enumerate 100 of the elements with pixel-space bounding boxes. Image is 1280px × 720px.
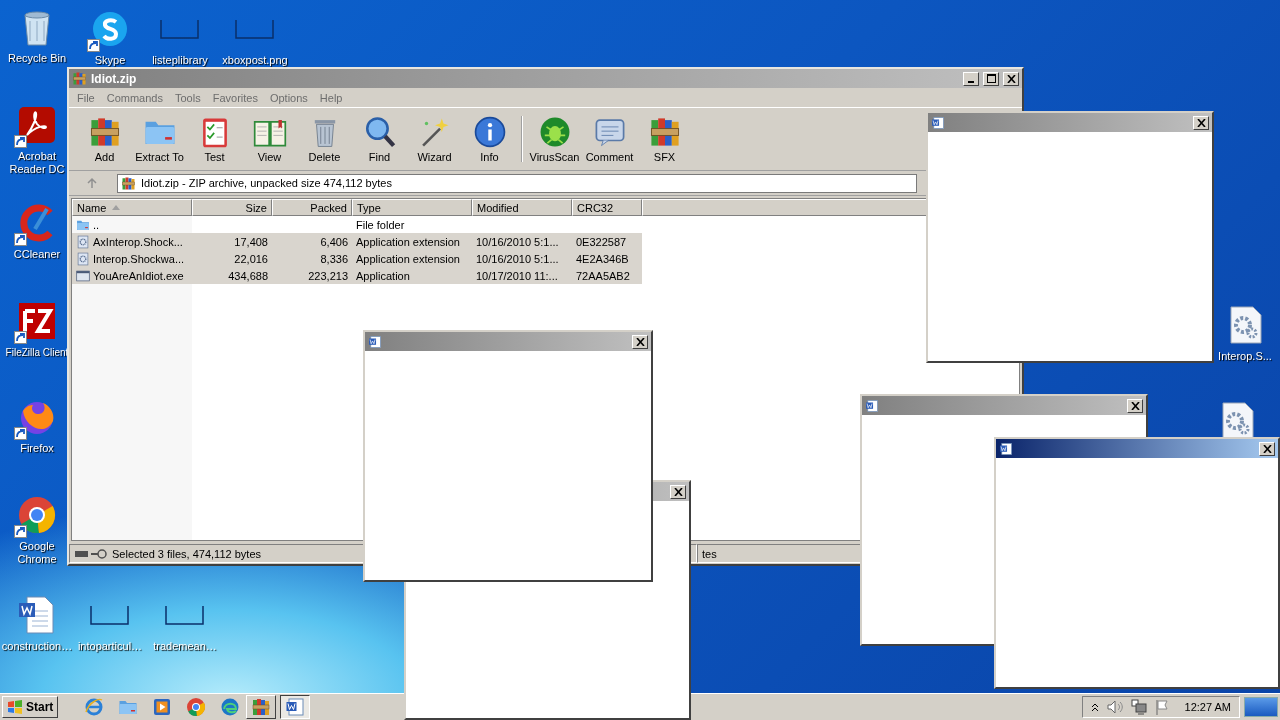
chevron-up-icon[interactable] (1090, 702, 1099, 712)
file-row[interactable]: Interop.Shockwa... 22,016 8,336 Application extension 10/16/2010 5:1... 4E2A346B (72, 250, 642, 267)
blank-thumbnail-icon (235, 19, 275, 39)
drive-key-icon (74, 547, 108, 560)
table-cell: .. (93, 218, 100, 231)
wave-logo-icon (220, 697, 241, 717)
desktop-icon[interactable] (16, 300, 58, 342)
menu-item[interactable]: Commands (100, 91, 169, 104)
toolbar-button[interactable]: Find (352, 113, 407, 165)
maximize-icon (986, 74, 996, 83)
close-button[interactable] (1259, 441, 1275, 456)
toolbar-button[interactable]: Test (187, 113, 242, 165)
word-document-icon (17, 595, 57, 635)
blank-thumbnail-icon (90, 605, 130, 625)
menu-item[interactable]: Options (263, 91, 314, 104)
menu-item[interactable]: Favorites (206, 91, 264, 104)
icon-label: Skype (94, 54, 126, 67)
table-cell: 223,213 (308, 269, 348, 282)
table-cell: Application extension (356, 235, 460, 248)
file-row[interactable]: AxInterop.Shock... 17,408 6,406 Application extension 10/16/2010 5:1... 0E322587 (72, 233, 642, 250)
column-header[interactable]: Type (352, 199, 472, 216)
word-document-icon (931, 115, 945, 130)
close-icon (635, 337, 645, 346)
table-cell: 17,408 (234, 235, 268, 248)
close-button[interactable] (1003, 71, 1019, 86)
toolbar-button[interactable]: Info (462, 113, 517, 165)
icon-label: Interop.S... (1218, 350, 1272, 363)
windows-flag-icon (7, 700, 23, 714)
blank-thumbnail-icon (160, 19, 200, 39)
icon-label: FileZilla Client (5, 346, 69, 359)
word-document-icon (999, 441, 1013, 456)
icon-label: Acrobat Reader DC (8, 150, 66, 176)
column-header[interactable]: CRC32 (572, 199, 642, 216)
clock[interactable]: 12:27 AM (1184, 701, 1231, 713)
column-header[interactable]: Modified (472, 199, 572, 216)
table-cell: Application (356, 269, 410, 282)
close-icon (1130, 401, 1140, 410)
path-text: Idiot.zip - ZIP archive, unpacked size 474,112 bytes (141, 177, 392, 189)
close-icon (673, 487, 683, 496)
show-desktop-button[interactable] (1244, 697, 1278, 717)
word-document-icon (285, 697, 306, 717)
gear-file-icon (76, 234, 90, 249)
close-button[interactable] (670, 484, 686, 499)
info-icon (472, 115, 507, 149)
toolbar-button[interactable]: VirusScan (527, 113, 582, 165)
icon-label: construction… (1, 640, 73, 653)
close-icon (1262, 444, 1272, 453)
toolbar-button[interactable]: View (242, 113, 297, 165)
table-cell: 10/16/2010 5:1... (476, 252, 559, 265)
up-arrow-icon (86, 177, 98, 189)
table-cell: 8,336 (320, 252, 348, 265)
status-text: tes (702, 547, 717, 560)
table-cell: 434,688 (228, 269, 268, 282)
file-row[interactable]: .. File folder (72, 216, 642, 233)
toolbar-button[interactable]: Wizard (407, 113, 462, 165)
column-header[interactable]: Packed (272, 199, 352, 216)
close-button[interactable] (632, 334, 648, 349)
blank-thumbnail-icon (165, 605, 205, 625)
toolbar-button[interactable]: SFX (637, 113, 692, 165)
toolbar-button[interactable]: Delete (297, 113, 352, 165)
toolbar-button[interactable]: Extract To (132, 113, 187, 165)
column-header[interactable]: Name (72, 199, 192, 216)
status-text: Selected 3 files, 474,112 bytes (112, 547, 261, 560)
icon-label: trademean… (153, 640, 217, 653)
icon-label: Google Chrome (16, 540, 58, 566)
table-cell: 0E322587 (576, 235, 627, 248)
table-cell: Application extension (356, 252, 460, 265)
word-document-icon (865, 398, 879, 413)
network-icon[interactable] (1130, 699, 1147, 715)
menu-item[interactable]: Tools (169, 91, 207, 104)
maximize-button[interactable] (983, 71, 999, 86)
speaker-icon[interactable] (1106, 700, 1123, 714)
pdf-icon (17, 105, 57, 145)
desktop-icon[interactable] (16, 104, 58, 146)
close-button[interactable] (1127, 398, 1143, 413)
path-field[interactable]: Idiot.zip - ZIP archive, unpacked size 474,112 bytes (117, 173, 917, 193)
table-cell: 10/16/2010 5:1... (476, 235, 559, 248)
flag-icon[interactable] (1154, 699, 1169, 715)
e-globe-icon (84, 697, 105, 717)
chat-logo-icon (90, 9, 130, 49)
icon-label: xboxpost.png (222, 54, 288, 67)
chrome-logo-icon (186, 697, 207, 717)
chrome-logo-icon (17, 495, 57, 535)
toolbar-button[interactable]: Comment (582, 113, 637, 165)
icon-label: CCleaner (13, 248, 61, 261)
toolbar-button[interactable]: Add (77, 113, 132, 165)
gear-file-icon (76, 251, 90, 266)
desktop-icon[interactable] (16, 494, 58, 536)
icon-label: intoparticul… (77, 640, 143, 653)
file-row[interactable]: YouAreAnIdiot.exe 434,688 223,213 Application 10/17/2010 11:... 72AA5AB2 (72, 267, 642, 284)
play-icon (152, 697, 173, 717)
window-title: Idiot.zip (91, 71, 138, 86)
start-button[interactable]: Start (2, 696, 59, 718)
table-cell: 22,016 (234, 252, 268, 265)
icon-label: Firefox (20, 442, 54, 455)
column-header[interactable]: Size (192, 199, 272, 216)
table-cell: AxInterop.Shock... (93, 235, 183, 248)
close-button[interactable] (1193, 115, 1209, 130)
minimize-button[interactable] (963, 71, 979, 86)
taskbar-button[interactable] (280, 695, 311, 719)
